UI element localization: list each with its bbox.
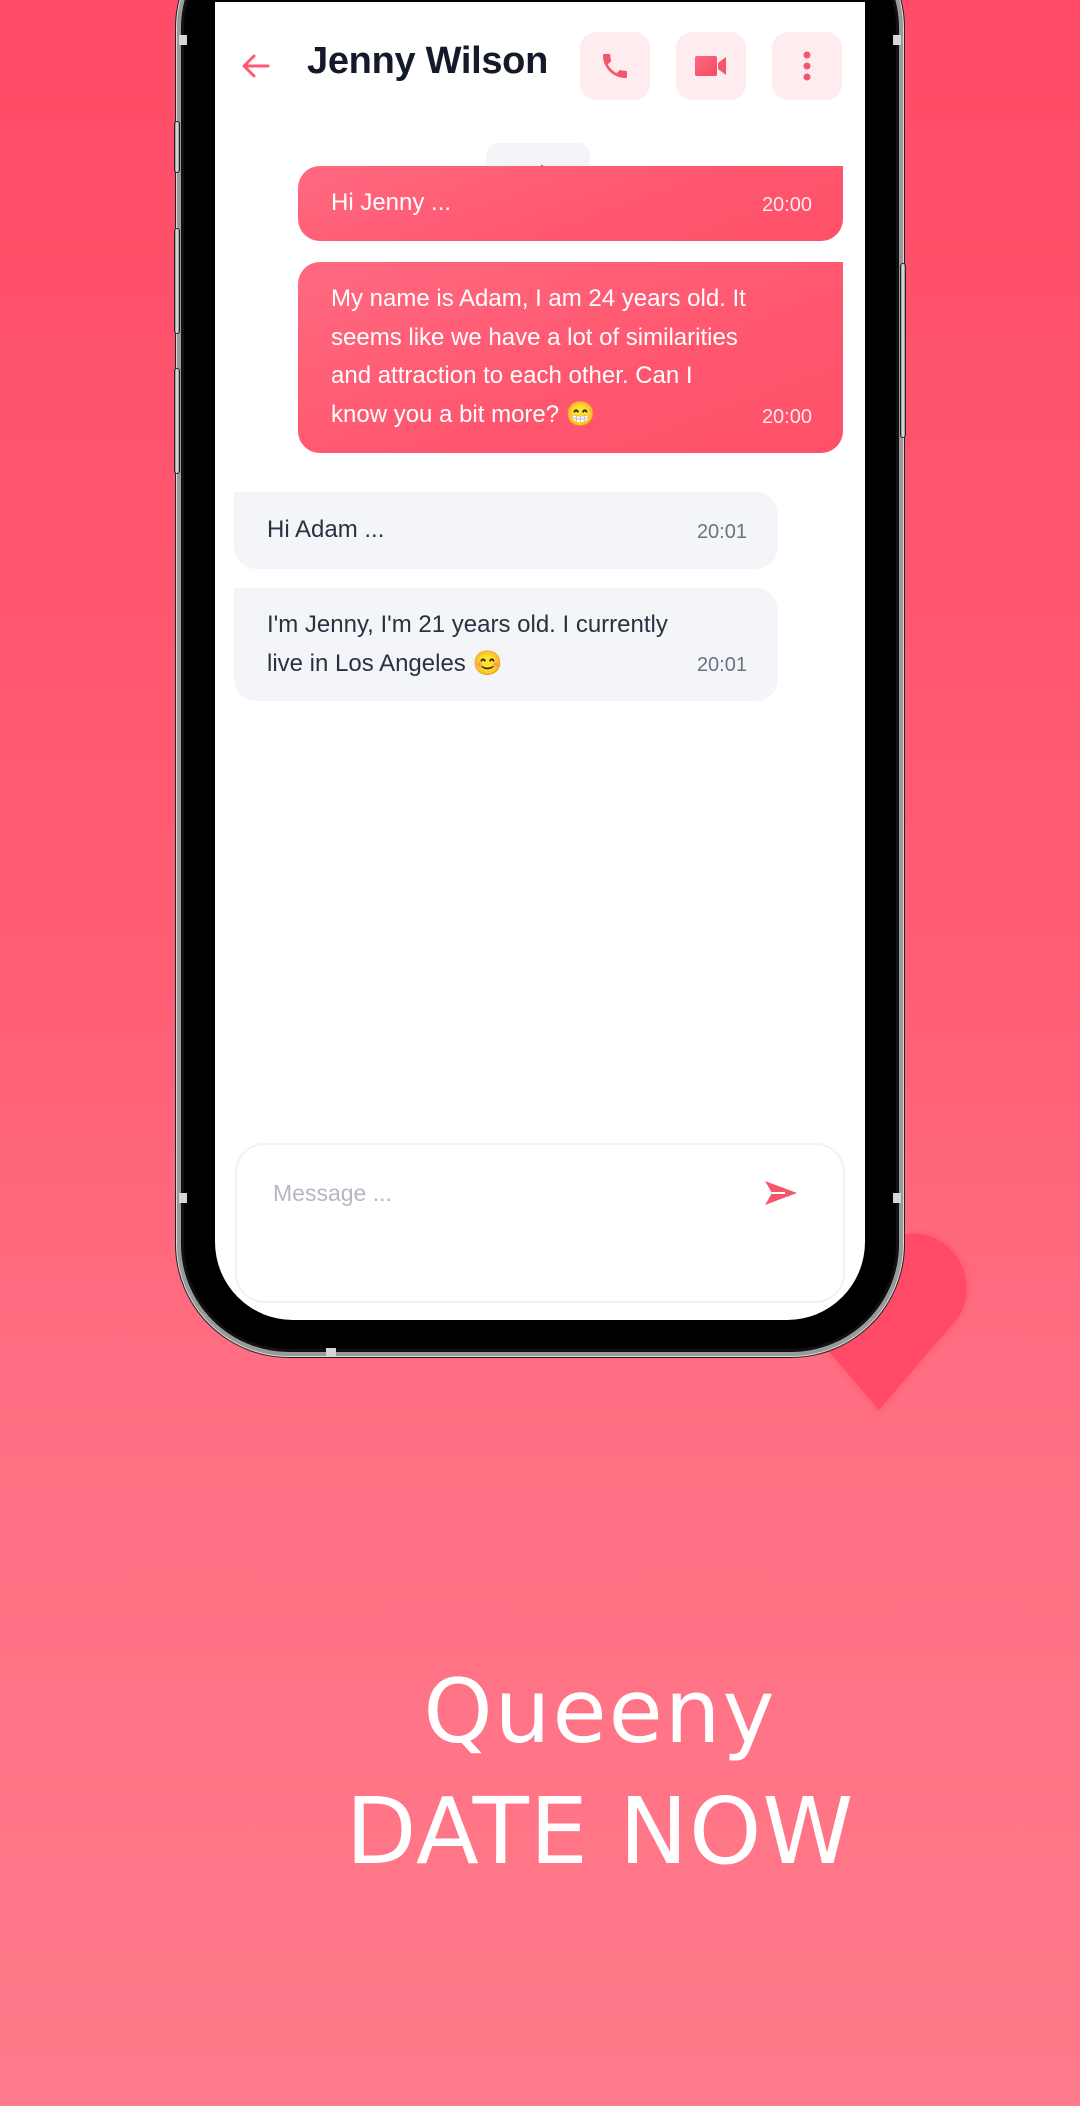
more-options-button[interactable] bbox=[772, 32, 842, 100]
message-line: know you a bit more? 😁 bbox=[331, 400, 596, 428]
video-camera-icon bbox=[695, 56, 726, 76]
contact-name: Jenny Wilson bbox=[307, 40, 548, 82]
message-time: 20:00 bbox=[761, 406, 812, 428]
app-name: Queeny bbox=[423, 1660, 777, 1763]
back-button[interactable] bbox=[237, 46, 273, 86]
video-call-button[interactable] bbox=[676, 32, 746, 100]
message-text: Hi Jenny ... bbox=[331, 189, 452, 216]
antenna-band bbox=[326, 1348, 336, 1356]
tagline: DATE NOW bbox=[345, 1778, 855, 1885]
arrow-left-icon bbox=[242, 54, 270, 78]
chat-screen: Jenny Wilson Hi Jenny ... 20:00 My name … bbox=[215, 2, 865, 1320]
power-button bbox=[900, 263, 906, 438]
message-time: 20:01 bbox=[696, 654, 747, 676]
more-vertical-icon bbox=[803, 51, 811, 81]
message-composer bbox=[235, 1143, 845, 1303]
antenna-band bbox=[893, 1193, 901, 1203]
call-button[interactable] bbox=[580, 32, 650, 100]
antenna-band bbox=[179, 35, 187, 45]
antenna-band bbox=[179, 1193, 187, 1203]
message-sent[interactable]: Hi Jenny ... 20:00 bbox=[298, 166, 843, 241]
message-line: seems like we have a lot of similarities bbox=[331, 323, 738, 351]
phone-frame: Jenny Wilson Hi Jenny ... 20:00 My name … bbox=[174, 0, 906, 1356]
message-text: Hi Adam ... bbox=[267, 516, 385, 543]
message-time: 20:00 bbox=[761, 194, 812, 216]
message-line: live in Los Angeles 😊 bbox=[267, 649, 503, 677]
message-input[interactable] bbox=[273, 1171, 733, 1215]
message-received[interactable]: Hi Adam ... 20:01 bbox=[234, 492, 778, 569]
message-text: I'm Jenny, I'm 21 years old. I currently… bbox=[267, 606, 668, 683]
send-icon bbox=[765, 1181, 797, 1205]
message-time: 20:01 bbox=[696, 521, 747, 543]
message-text: My name is Adam, I am 24 years old. It s… bbox=[331, 280, 746, 434]
volume-down-button bbox=[174, 368, 180, 474]
chat-header: Jenny Wilson bbox=[215, 2, 865, 122]
mute-switch bbox=[174, 121, 180, 173]
send-button[interactable] bbox=[759, 1173, 803, 1213]
antenna-band bbox=[893, 35, 901, 45]
volume-up-button bbox=[174, 228, 180, 334]
phone-icon bbox=[603, 54, 627, 78]
message-received[interactable]: I'm Jenny, I'm 21 years old. I currently… bbox=[234, 588, 778, 701]
message-sent[interactable]: My name is Adam, I am 24 years old. It s… bbox=[298, 262, 843, 453]
message-line: and attraction to each other. Can I bbox=[331, 362, 693, 389]
message-line: My name is Adam, I am 24 years old. It bbox=[331, 285, 746, 312]
message-line: I'm Jenny, I'm 21 years old. I currently bbox=[267, 611, 668, 638]
